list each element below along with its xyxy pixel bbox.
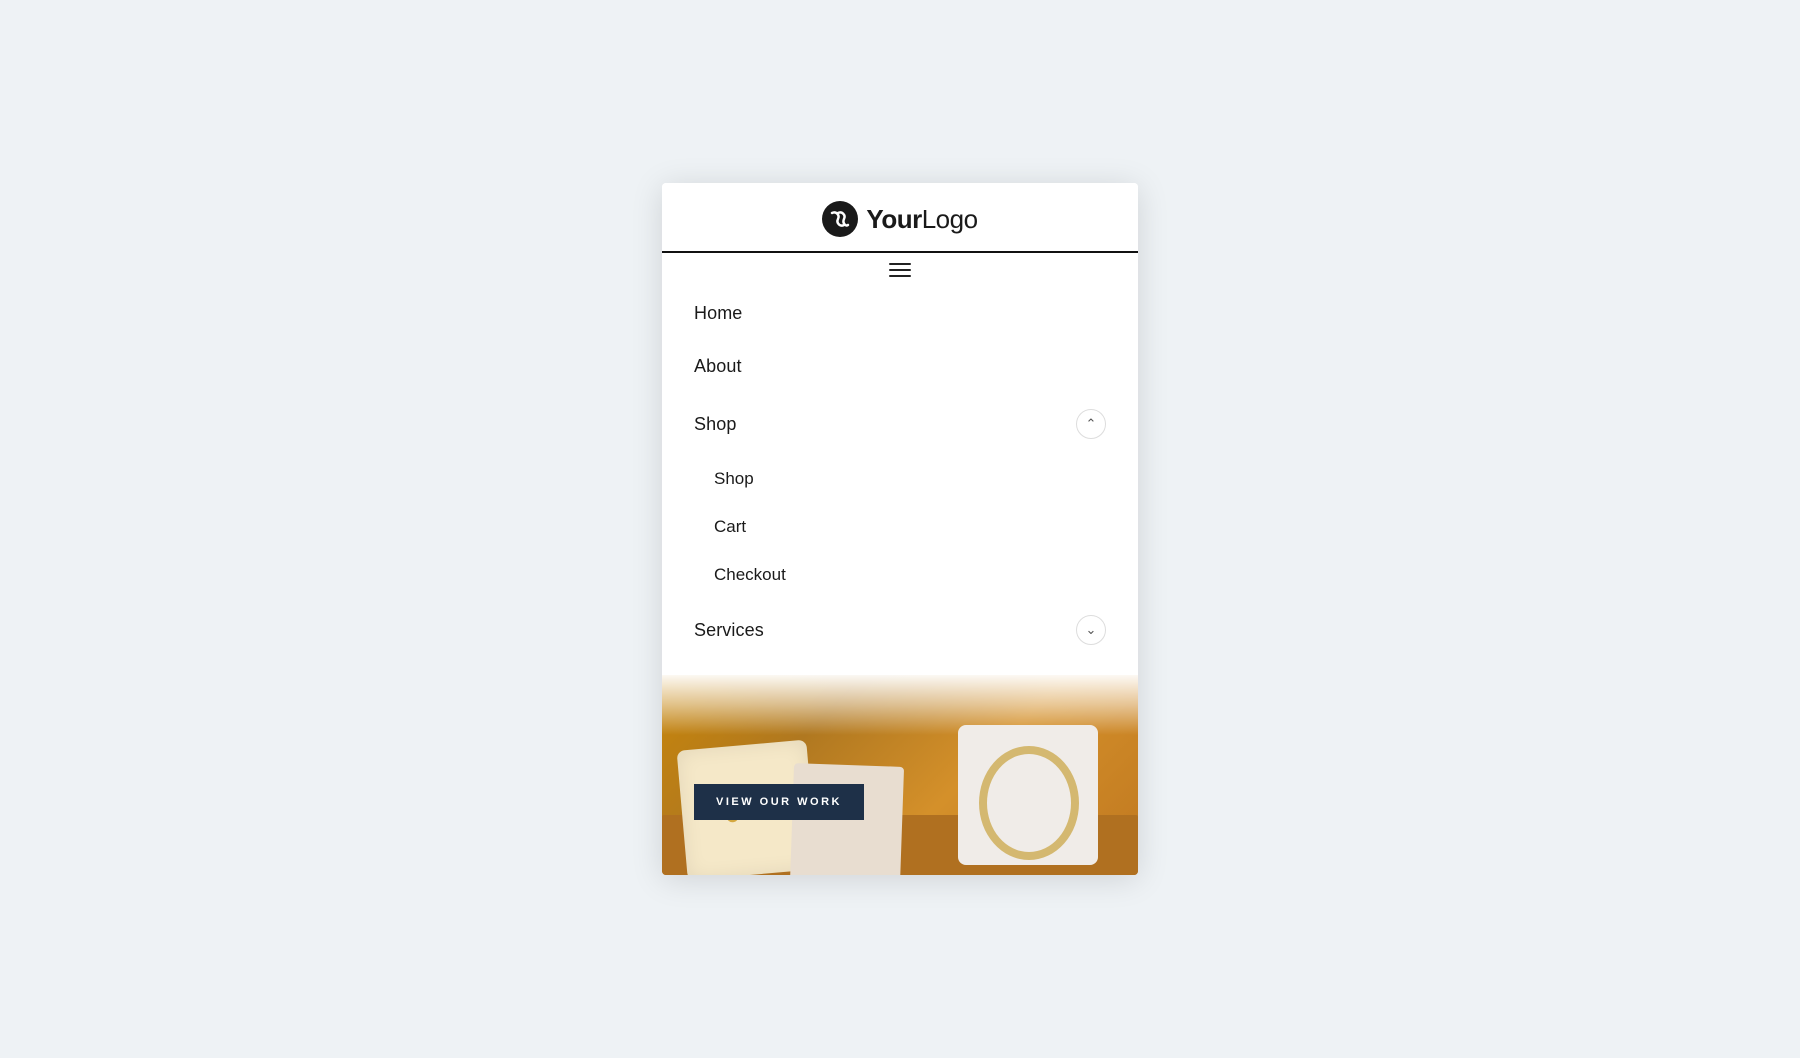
hamburger-icon[interactable] — [889, 263, 911, 277]
nav-item-services[interactable]: Services ⌄ — [662, 599, 1138, 661]
sub-nav-item-cart[interactable]: Cart — [662, 503, 1138, 551]
sub-nav-item-shop[interactable]: Shop — [662, 455, 1138, 503]
phone-frame: YourLogo Home About Shop ⌃ Sh — [662, 183, 1138, 875]
nav-label-about: About — [694, 356, 742, 377]
view-our-work-button[interactable]: VIEW OUR WORK — [694, 784, 864, 820]
sub-nav-label-cart: Cart — [714, 517, 746, 537]
logo-icon — [822, 201, 858, 237]
logo-area: YourLogo — [822, 201, 977, 251]
nav-label-home: Home — [694, 303, 742, 324]
shop-submenu: Shop Cart Checkout — [662, 455, 1138, 599]
nav-item-about[interactable]: About — [662, 340, 1138, 393]
nav-label-services: Services — [694, 620, 764, 641]
logo-text: YourLogo — [866, 204, 977, 235]
sub-nav-label-shop: Shop — [714, 469, 754, 489]
cushion-right — [958, 725, 1098, 865]
hamburger-bar — [662, 251, 1138, 287]
nav-item-shop[interactable]: Shop ⌃ — [662, 393, 1138, 455]
nav-item-blog[interactable]: Blog — [662, 661, 1138, 675]
nav-menu: Home About Shop ⌃ Shop Cart Checkout Ser… — [662, 287, 1138, 675]
services-toggle-btn[interactable]: ⌄ — [1076, 615, 1106, 645]
shop-toggle-btn[interactable]: ⌃ — [1076, 409, 1106, 439]
header: YourLogo — [662, 183, 1138, 287]
bottom-image-area: VIEW OUR WORK — [662, 675, 1138, 875]
sub-nav-item-checkout[interactable]: Checkout — [662, 551, 1138, 599]
nav-item-home[interactable]: Home — [662, 287, 1138, 340]
sub-nav-label-checkout: Checkout — [714, 565, 786, 585]
nav-label-shop: Shop — [694, 414, 736, 435]
